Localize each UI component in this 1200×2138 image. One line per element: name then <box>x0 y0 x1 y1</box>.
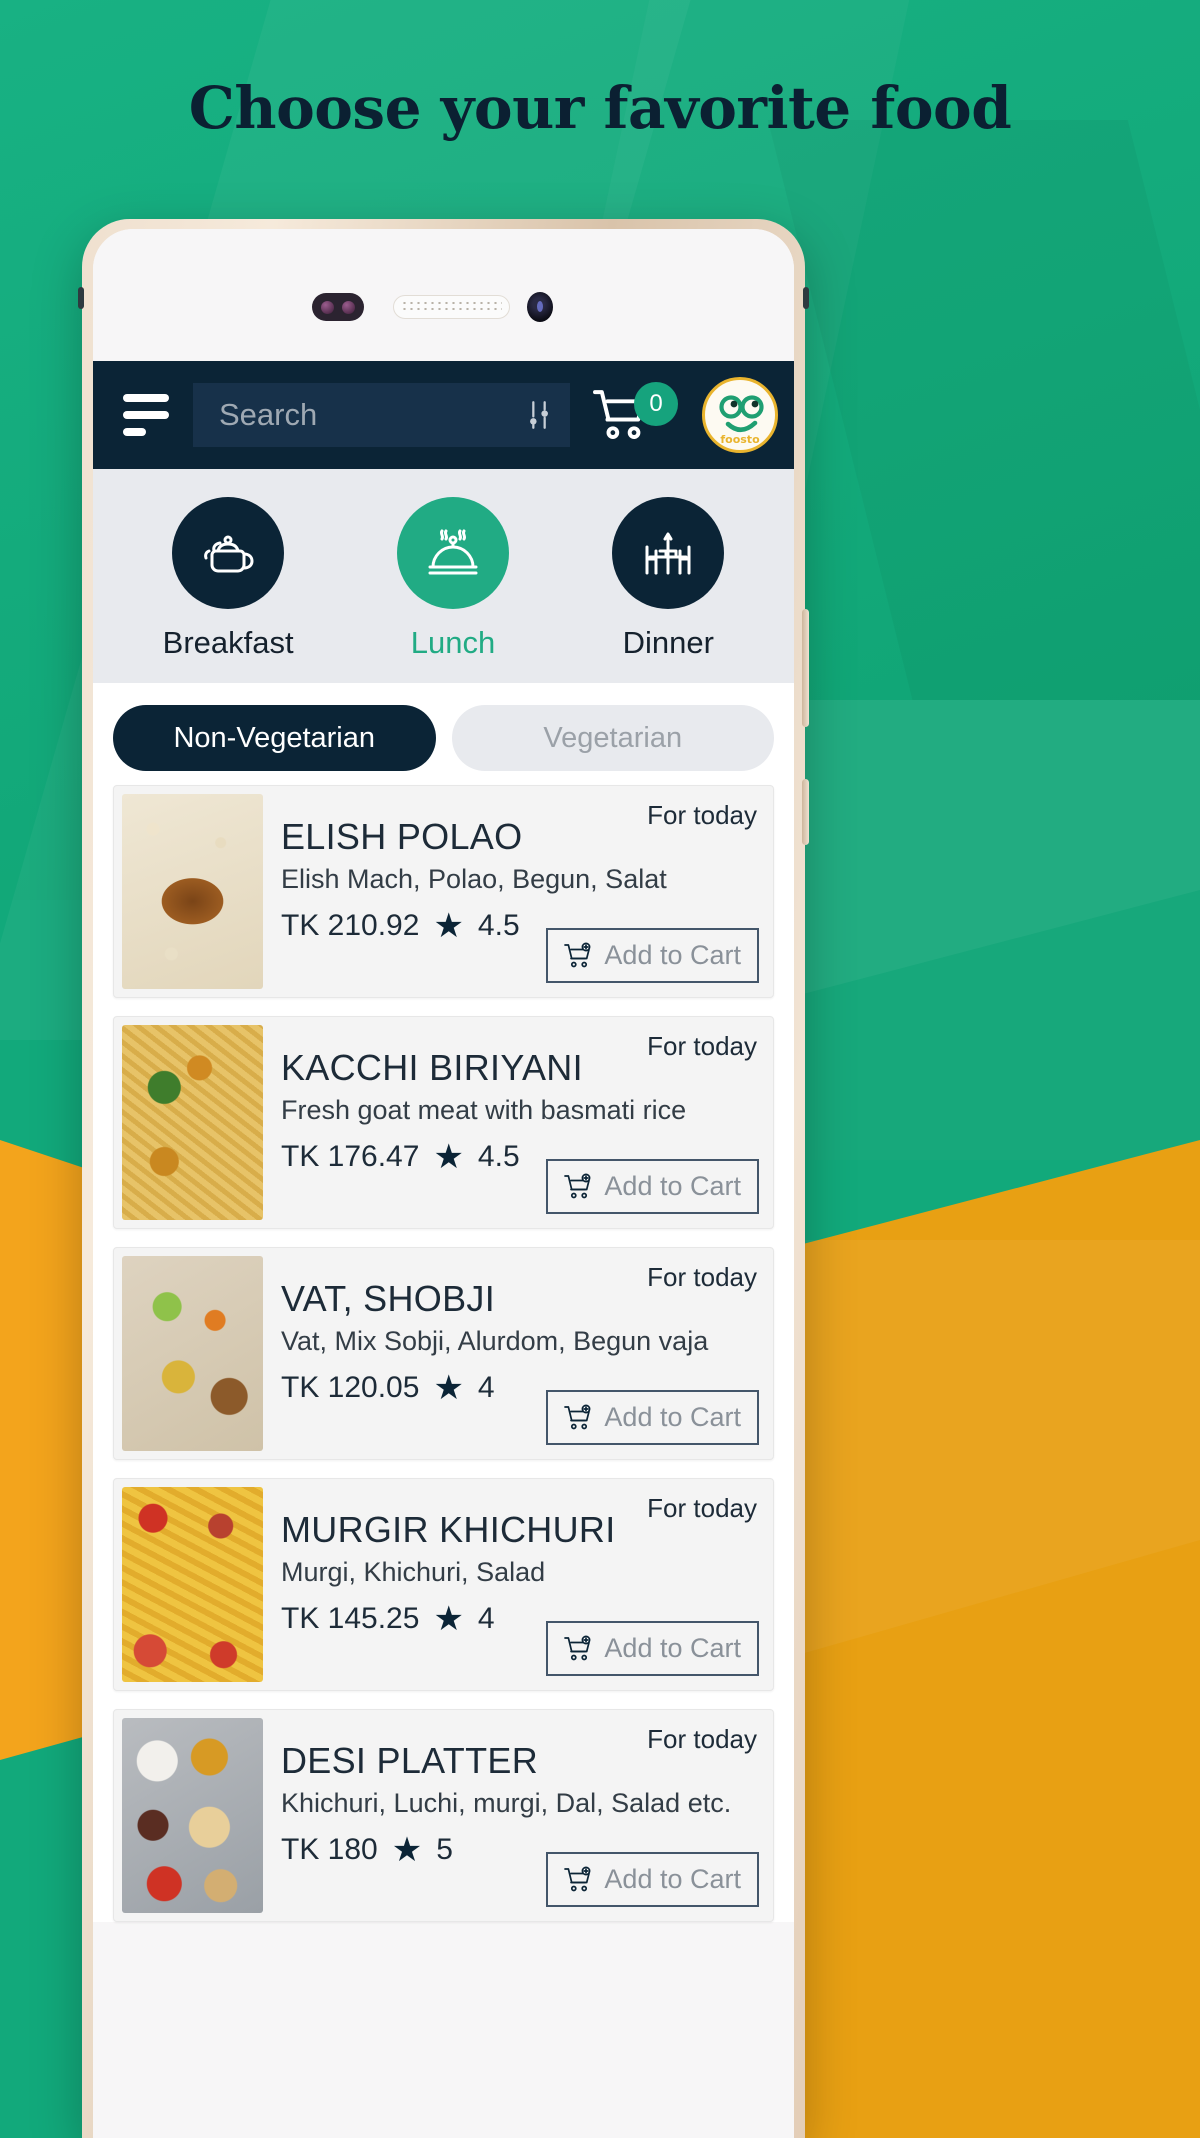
phone-left-nub <box>78 287 84 309</box>
phone-power-button <box>802 779 809 845</box>
food-rating: 4.5 <box>477 1140 520 1173</box>
meal-tab-lunch[interactable]: Lunch <box>396 497 509 661</box>
hamburger-menu-icon[interactable] <box>115 394 175 436</box>
food-card[interactable]: For today MURGIR KHICHURI Murgi, Khichur… <box>113 1478 774 1691</box>
app-viewport: Search 0 foosto Breakfast Lunch Dinner N… <box>93 361 794 1922</box>
food-description: Khichuri, Luchi, murgi, Dal, Salad etc. <box>281 1788 732 1818</box>
add-to-cart-button[interactable]: Add to Cart <box>546 1621 759 1676</box>
food-card[interactable]: For today ELISH POLAO Elish Mach, Polao,… <box>113 785 774 998</box>
food-thumbnail <box>122 1487 263 1682</box>
add-to-cart-button[interactable]: Add to Cart <box>546 1390 759 1445</box>
page-headline: Choose your favorite food <box>188 74 1012 142</box>
front-camera-icon <box>527 292 553 322</box>
add-to-cart-icon <box>564 1404 591 1429</box>
diet-filter-toggle: Non-Vegetarian Vegetarian <box>93 683 794 785</box>
food-price: TK 120.05 <box>281 1371 420 1404</box>
meal-tab-label: Lunch <box>410 625 496 660</box>
app-bar: Search 0 foosto <box>93 361 794 469</box>
search-input[interactable]: Search <box>193 383 570 447</box>
meal-icon-circle <box>172 497 285 609</box>
food-card[interactable]: For today KACCHI BIRIYANI Fresh goat mea… <box>113 1016 774 1229</box>
add-to-cart-label: Add to Cart <box>604 1864 741 1894</box>
food-thumbnail <box>122 1718 263 1913</box>
phone-volume-button <box>802 609 809 727</box>
food-rating: 5 <box>436 1833 453 1866</box>
food-thumbnail <box>122 1025 263 1220</box>
phone-top-bezel <box>93 229 794 361</box>
availability-badge: For today <box>647 1031 757 1061</box>
availability-badge: For today <box>647 1724 757 1754</box>
cart-button[interactable]: 0 <box>592 380 684 450</box>
cart-count-badge: 0 <box>634 382 678 426</box>
star-icon: ★ <box>433 907 464 945</box>
diet-option-vegetarian[interactable]: Vegetarian <box>451 705 774 771</box>
food-card[interactable]: For today DESI PLATTER Khichuri, Luchi, … <box>113 1709 774 1922</box>
meal-tab-dinner[interactable]: Dinner <box>612 497 725 661</box>
food-rating: 4 <box>477 1602 495 1635</box>
search-placeholder: Search <box>219 397 318 432</box>
food-description: Murgi, Khichuri, Salad <box>281 1557 546 1587</box>
star-icon: ★ <box>433 1369 464 1407</box>
diet-option-non-vegetarian[interactable]: Non-Vegetarian <box>113 705 436 771</box>
food-price: TK 176.47 <box>281 1140 420 1173</box>
food-card[interactable]: For today VAT, SHOBJI Vat, Mix Sobji, Al… <box>113 1247 774 1460</box>
proximity-sensor-icon <box>312 293 364 321</box>
star-icon: ★ <box>391 1831 423 1869</box>
add-to-cart-label: Add to Cart <box>604 1633 741 1663</box>
star-icon: ★ <box>433 1138 464 1176</box>
add-to-cart-label: Add to Cart <box>604 1402 741 1432</box>
star-icon: ★ <box>433 1600 464 1638</box>
food-thumbnail <box>122 794 263 989</box>
add-to-cart-button[interactable]: Add to Cart <box>546 1852 759 1907</box>
food-card-body: For today MURGIR KHICHURI Murgi, Khichur… <box>263 1479 773 1690</box>
food-description: Fresh goat meat with basmati rice <box>281 1095 687 1125</box>
add-to-cart-icon <box>564 1635 591 1660</box>
app-logo[interactable]: foosto <box>702 377 778 453</box>
meal-icon-circle <box>612 497 725 609</box>
sliders-icon[interactable] <box>522 398 556 432</box>
availability-badge: For today <box>647 800 757 830</box>
add-to-cart-icon <box>564 942 591 967</box>
food-card-body: For today ELISH POLAO Elish Mach, Polao,… <box>263 786 773 997</box>
food-thumbnail <box>122 1256 263 1451</box>
teapot-icon <box>204 535 254 573</box>
add-to-cart-label: Add to Cart <box>604 940 741 970</box>
food-card-body: For today DESI PLATTER Khichuri, Luchi, … <box>263 1710 773 1921</box>
meal-category-tabs: Breakfast Lunch Dinner <box>93 469 794 683</box>
svg-text:foosto: foosto <box>720 433 760 446</box>
food-rating: 4.5 <box>477 909 520 942</box>
dining-table-icon <box>645 532 691 575</box>
food-price: TK 145.25 <box>281 1602 420 1635</box>
food-description: Vat, Mix Sobji, Alurdom, Begun vaja <box>281 1326 709 1356</box>
add-to-cart-icon <box>564 1173 591 1198</box>
food-price: TK 180 <box>281 1833 378 1866</box>
add-to-cart-button[interactable]: Add to Cart <box>546 928 759 983</box>
add-to-cart-icon <box>564 1866 591 1891</box>
food-card-body: For today KACCHI BIRIYANI Fresh goat mea… <box>263 1017 773 1228</box>
meal-icon-circle <box>396 497 509 609</box>
food-card-body: For today VAT, SHOBJI Vat, Mix Sobji, Al… <box>263 1248 773 1459</box>
add-to-cart-label: Add to Cart <box>604 1171 741 1201</box>
food-description: Elish Mach, Polao, Begun, Salat <box>281 864 667 894</box>
meal-tab-label: Dinner <box>622 625 714 660</box>
availability-badge: For today <box>647 1262 757 1292</box>
earpiece-speaker-icon <box>393 295 510 319</box>
phone-mockup: Search 0 foosto Breakfast Lunch Dinner N… <box>78 219 809 2138</box>
phone-right-nub <box>803 287 809 309</box>
food-list: For today ELISH POLAO Elish Mach, Polao,… <box>93 785 794 1922</box>
cloche-steam-icon <box>428 529 478 575</box>
availability-badge: For today <box>647 1493 757 1523</box>
foosto-smiley-logo-icon: foosto <box>719 395 764 446</box>
food-rating: 4 <box>477 1371 495 1404</box>
food-price: TK 210.92 <box>281 909 420 942</box>
phone-screen: Search 0 foosto Breakfast Lunch Dinner N… <box>93 229 794 2138</box>
meal-tab-label: Breakfast <box>162 625 294 660</box>
add-to-cart-button[interactable]: Add to Cart <box>546 1159 759 1214</box>
meal-tab-breakfast[interactable]: Breakfast <box>163 497 294 661</box>
